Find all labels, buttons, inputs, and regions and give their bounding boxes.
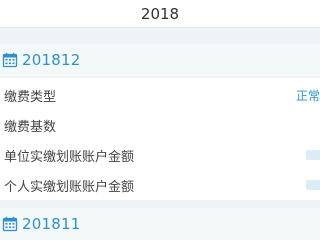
- detail-row-personal-amount: 个人实缴划账账户金额: [0, 170, 320, 200]
- calendar-icon: [2, 216, 18, 232]
- month-header-201811[interactable]: 201811: [0, 208, 320, 240]
- month-detail-list: 缴费类型 正常 缴费基数 单位实缴划账账户金额 个人实缴划账账户金额: [0, 78, 320, 200]
- month-label: 201811: [22, 215, 81, 233]
- month-label: 201812: [22, 51, 81, 69]
- payment-type-label: 缴费类型: [4, 89, 57, 105]
- year-value: 2018: [140, 4, 180, 23]
- personal-amount-label: 个人实缴划账账户金额: [4, 179, 135, 195]
- detail-row-payment-type: 缴费类型 正常: [0, 80, 320, 110]
- employer-amount-value: [306, 150, 320, 160]
- employer-amount-label: 单位实缴划账账户金额: [4, 149, 135, 165]
- month-header-201812[interactable]: 201812: [0, 44, 320, 76]
- detail-row-payment-base: 缴费基数: [0, 110, 320, 140]
- year-selector[interactable]: 2018: [0, 0, 320, 28]
- personal-amount-value: [306, 180, 320, 190]
- payment-base-label: 缴费基数: [4, 119, 57, 135]
- calendar-icon: [2, 52, 18, 68]
- detail-row-employer-amount: 单位实缴划账账户金额: [0, 140, 320, 170]
- payment-type-value: 正常: [295, 88, 320, 103]
